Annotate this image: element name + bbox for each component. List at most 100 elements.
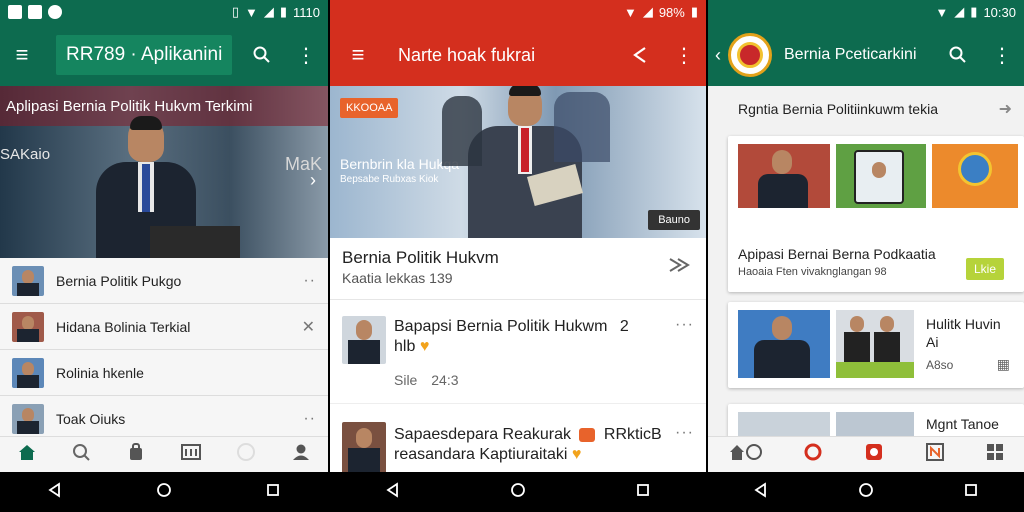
headline-section[interactable]: Bernia Politik Hukvm Kaatia lekkas 139 bbox=[330, 238, 706, 300]
bg-person-left bbox=[442, 96, 482, 166]
search-icon[interactable] bbox=[240, 33, 284, 77]
forward-icon[interactable] bbox=[668, 256, 690, 279]
more-icon[interactable]: ·· bbox=[303, 410, 316, 428]
card-title: Mgnt Tanoe bbox=[926, 416, 999, 432]
screen-green-app: ▯ ▼ ◢ ▮ 1110 ≡ RR789 · Aplikanini ⋮ Apli… bbox=[0, 0, 328, 512]
more-vert-icon[interactable]: ⋮ bbox=[662, 33, 706, 77]
close-icon[interactable]: ✕ bbox=[302, 317, 316, 337]
back-chevron-icon[interactable]: ‹ bbox=[708, 33, 728, 77]
app-icon-a bbox=[8, 5, 22, 19]
more-icon[interactable]: ·· bbox=[303, 272, 316, 290]
app-bar: ≡ Narte hoak fukrai ⋮ bbox=[330, 24, 706, 86]
screen-red-app: ▼ ◢ 98% ▮ ≡ Narte hoak fukrai ⋮ KKOOAA B… bbox=[330, 0, 706, 512]
screen-green-app-2: ▼ ◢ ▮ 10:30 ‹ Bernia Pceticarkini ⋮ Rgnt… bbox=[708, 0, 1024, 512]
thumbnail bbox=[12, 311, 44, 342]
app-bar: ≡ RR789 · Aplikanini ⋮ bbox=[0, 24, 328, 86]
grid-icon[interactable] bbox=[986, 443, 1004, 466]
hero-banner[interactable]: Aplipasi Bernia Politik Hukvm Terkimi SA… bbox=[0, 86, 328, 258]
home-circle-icon[interactable] bbox=[510, 482, 526, 503]
list-item-label: Bernia Politik Pukgo bbox=[56, 272, 182, 289]
article-sub-text: hlb bbox=[394, 338, 416, 355]
podium bbox=[150, 226, 240, 258]
more-icon[interactable]: ··· bbox=[675, 424, 694, 442]
headline-sub: Kaatia lekkas 139 bbox=[342, 270, 453, 286]
hero-title: Aplipasi Bernia Politik Hukvm Terkimi bbox=[6, 98, 253, 115]
more-vert-icon[interactable]: ⋮ bbox=[284, 33, 328, 77]
recents-icon[interactable] bbox=[963, 482, 979, 503]
card-image-2 bbox=[836, 144, 926, 208]
news-icon[interactable] bbox=[925, 442, 945, 467]
share-icon[interactable] bbox=[618, 33, 662, 77]
recents-icon[interactable] bbox=[265, 482, 281, 503]
bottom-navigation bbox=[708, 436, 1024, 472]
battery-level: 98% bbox=[658, 4, 685, 20]
more-icon[interactable]: ··· bbox=[675, 316, 694, 334]
system-nav-bar bbox=[0, 472, 328, 512]
hero-button[interactable]: Bauno bbox=[648, 210, 700, 230]
back-icon[interactable] bbox=[47, 481, 63, 503]
profile-icon[interactable] bbox=[291, 442, 311, 467]
heart-icon: ♥ bbox=[419, 338, 430, 355]
article-item[interactable]: Sapaesdepara Reakurak RRkticB reasandara… bbox=[330, 404, 706, 476]
list-item[interactable]: Bernia Politik Pukgo ·· bbox=[0, 258, 328, 304]
battery-icon: ▮ bbox=[279, 4, 287, 19]
arrow-right-icon[interactable]: ➜ bbox=[999, 99, 1012, 119]
menu-icon[interactable]: ≡ bbox=[336, 33, 380, 77]
article-title: Sapaesdepara Reakurak RRkticB bbox=[394, 426, 662, 444]
hero-caption-sub: Bepsabe Rubxas Kiok bbox=[340, 174, 439, 185]
featured-card[interactable]: Apipasi Bernai Berna Podkaatia Haoaia Ft… bbox=[728, 136, 1024, 292]
list-item[interactable]: Rolinia hkenle bbox=[0, 350, 328, 396]
home-icon[interactable] bbox=[728, 442, 763, 467]
hero-right-text: MaK bbox=[284, 154, 322, 174]
news-card[interactable]: Hulitk Huvin Ai A8so ▦ bbox=[728, 302, 1024, 388]
status-bar: ▼ ◢ ▮ 10:30 bbox=[708, 0, 1024, 24]
wifi-icon: ▼ bbox=[244, 4, 258, 20]
hero-banner[interactable]: KKOOAA Bernbrin kla Hukqa Bepsabe Rubxas… bbox=[330, 86, 706, 238]
card-title: Apipasi Bernai Berna Podkaatia bbox=[738, 246, 936, 262]
card-title: Hulitk Huvin bbox=[926, 316, 1001, 332]
hero-badge: KKOOAA bbox=[340, 98, 399, 118]
thumbnail bbox=[342, 316, 386, 364]
card-image-2 bbox=[836, 310, 914, 378]
article-title-text: Sapaesdepara Reakurak bbox=[394, 426, 572, 443]
wifi-icon: ▼ bbox=[935, 4, 949, 20]
card-sub: Haoaia Ften vivaknglangan 98 bbox=[738, 266, 887, 278]
more-vert-icon[interactable]: ⋮ bbox=[980, 33, 1024, 77]
card-meta: A8so bbox=[926, 358, 954, 372]
search-icon[interactable] bbox=[936, 33, 980, 77]
card-image-3 bbox=[932, 144, 1018, 208]
chevron-right-icon[interactable]: › bbox=[310, 170, 316, 191]
refresh-icon[interactable] bbox=[803, 442, 823, 467]
headline-title: Bernia Politik Hukvm bbox=[342, 248, 499, 267]
list-item-label: Hidana Bolinia Terkial bbox=[56, 318, 191, 335]
hero-left-text: SAKaio bbox=[0, 146, 51, 163]
news-icon[interactable] bbox=[180, 442, 202, 467]
list-item-label: Rolinia hkenle bbox=[56, 364, 144, 381]
recents-icon[interactable] bbox=[635, 482, 651, 503]
app-icon-z bbox=[28, 5, 42, 19]
menu-icon[interactable]: ≡ bbox=[0, 33, 44, 77]
home-icon[interactable] bbox=[17, 442, 37, 467]
search-icon[interactable] bbox=[71, 442, 91, 467]
home-circle-icon[interactable] bbox=[156, 482, 172, 503]
grid-icon[interactable]: ▦ bbox=[997, 356, 1010, 373]
app-title: Bernia Pceticarkini bbox=[784, 46, 917, 63]
article-title-extra: 2 bbox=[619, 318, 629, 335]
list-item[interactable]: Hidana Bolinia Terkial ✕ bbox=[0, 304, 328, 350]
home-circle-icon[interactable] bbox=[858, 482, 874, 503]
back-icon[interactable] bbox=[385, 481, 401, 503]
article-item[interactable]: Bapapsi Bernia Politik Hukwm 2 hlb ♥ Sil… bbox=[330, 300, 706, 404]
app-title: RR789 · Aplikanini bbox=[56, 35, 233, 75]
status-bar: ▼ ◢ 98% ▮ bbox=[330, 0, 706, 24]
signal-icon: ◢ bbox=[642, 4, 653, 19]
clock: 10:30 bbox=[983, 4, 1016, 20]
app-icon-c bbox=[48, 5, 62, 19]
bottom-navigation bbox=[0, 436, 328, 472]
clock: 1110 bbox=[293, 4, 320, 20]
back-icon[interactable] bbox=[753, 481, 769, 503]
circle-icon[interactable] bbox=[236, 442, 256, 467]
card-button[interactable]: Lkie bbox=[965, 258, 1004, 280]
article-sub-text: reasandara Kaptiuraitaki bbox=[394, 446, 568, 463]
bag-icon[interactable] bbox=[126, 442, 146, 467]
bookmark-icon[interactable] bbox=[864, 442, 884, 467]
